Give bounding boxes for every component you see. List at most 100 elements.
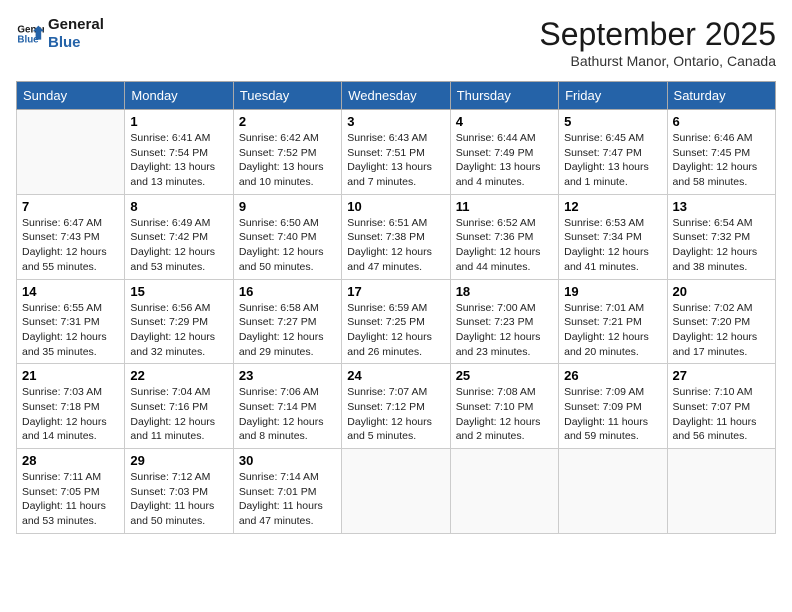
header: General Blue General Blue September 2025… — [16, 16, 776, 69]
calendar-cell: 28 Sunrise: 7:11 AM Sunset: 7:05 PM Dayli… — [17, 449, 125, 534]
daylight-info: Sunrise: 6:41 AM Sunset: 7:54 PM Dayligh… — [130, 131, 227, 190]
date-number: 13 — [673, 199, 770, 214]
calendar-cell: 10 Sunrise: 6:51 AM Sunset: 7:38 PM Dayli… — [342, 194, 450, 279]
date-number: 19 — [564, 284, 661, 299]
calendar-cell: 9 Sunrise: 6:50 AM Sunset: 7:40 PM Daylig… — [233, 194, 341, 279]
daylight-info: Sunrise: 6:44 AM Sunset: 7:49 PM Dayligh… — [456, 131, 553, 190]
day-header-monday: Monday — [125, 82, 233, 110]
daylight-info: Sunrise: 6:59 AM Sunset: 7:25 PM Dayligh… — [347, 301, 444, 360]
title-area: September 2025 Bathurst Manor, Ontario, … — [539, 16, 776, 69]
date-number: 21 — [22, 368, 119, 383]
date-number: 28 — [22, 453, 119, 468]
calendar-cell: 16 Sunrise: 6:58 AM Sunset: 7:27 PM Dayli… — [233, 279, 341, 364]
calendar-cell: 21 Sunrise: 7:03 AM Sunset: 7:18 PM Dayli… — [17, 364, 125, 449]
logo: General Blue General Blue — [16, 16, 104, 52]
date-number: 24 — [347, 368, 444, 383]
daylight-info: Sunrise: 7:03 AM Sunset: 7:18 PM Dayligh… — [22, 385, 119, 444]
date-number: 20 — [673, 284, 770, 299]
daylight-info: Sunrise: 6:46 AM Sunset: 7:45 PM Dayligh… — [673, 131, 770, 190]
location-subtitle: Bathurst Manor, Ontario, Canada — [539, 53, 776, 69]
day-header-wednesday: Wednesday — [342, 82, 450, 110]
date-number: 2 — [239, 114, 336, 129]
date-number: 12 — [564, 199, 661, 214]
calendar-cell: 29 Sunrise: 7:12 AM Sunset: 7:03 PM Dayli… — [125, 449, 233, 534]
week-row-5: 28 Sunrise: 7:11 AM Sunset: 7:05 PM Dayli… — [17, 449, 776, 534]
daylight-info: Sunrise: 6:45 AM Sunset: 7:47 PM Dayligh… — [564, 131, 661, 190]
week-row-2: 7Sunrise: 6:47 AM Sunset: 7:43 PM Daylig… — [17, 194, 776, 279]
daylight-info: Sunrise: 7:02 AM Sunset: 7:20 PM Dayligh… — [673, 301, 770, 360]
daylight-info: Sunrise: 7:07 AM Sunset: 7:12 PM Dayligh… — [347, 385, 444, 444]
date-number: 14 — [22, 284, 119, 299]
date-number: 25 — [456, 368, 553, 383]
calendar-cell: 30Sunrise: 7:14 AM Sunset: 7:01 PM Dayli… — [233, 449, 341, 534]
daylight-info: Sunrise: 7:08 AM Sunset: 7:10 PM Dayligh… — [456, 385, 553, 444]
date-number: 16 — [239, 284, 336, 299]
calendar-cell: 5 Sunrise: 6:45 AM Sunset: 7:47 PM Daylig… — [559, 110, 667, 195]
date-number: 22 — [130, 368, 227, 383]
date-number: 4 — [456, 114, 553, 129]
calendar-cell: 6 Sunrise: 6:46 AM Sunset: 7:45 PM Daylig… — [667, 110, 775, 195]
date-number: 11 — [456, 199, 553, 214]
calendar-cell: 15 Sunrise: 6:56 AM Sunset: 7:29 PM Dayli… — [125, 279, 233, 364]
daylight-info: Sunrise: 6:52 AM Sunset: 7:36 PM Dayligh… — [456, 216, 553, 275]
date-number: 10 — [347, 199, 444, 214]
date-number: 9 — [239, 199, 336, 214]
week-row-3: 14 Sunrise: 6:55 AM Sunset: 7:31 PM Dayli… — [17, 279, 776, 364]
date-number: 18 — [456, 284, 553, 299]
day-header-sunday: Sunday — [17, 82, 125, 110]
daylight-info: Sunrise: 7:14 AM Sunset: 7:01 PM Dayligh… — [239, 470, 336, 529]
calendar-cell: 17Sunrise: 6:59 AM Sunset: 7:25 PM Dayli… — [342, 279, 450, 364]
daylight-info: Sunrise: 7:12 AM Sunset: 7:03 PM Dayligh… — [130, 470, 227, 529]
day-header-saturday: Saturday — [667, 82, 775, 110]
calendar-cell: 25 Sunrise: 7:08 AM Sunset: 7:10 PM Dayli… — [450, 364, 558, 449]
date-number: 29 — [130, 453, 227, 468]
date-number: 5 — [564, 114, 661, 129]
calendar-cell: 4 Sunrise: 6:44 AM Sunset: 7:49 PM Daylig… — [450, 110, 558, 195]
daylight-info: Sunrise: 6:51 AM Sunset: 7:38 PM Dayligh… — [347, 216, 444, 275]
day-header-thursday: Thursday — [450, 82, 558, 110]
date-number: 3 — [347, 114, 444, 129]
logo-text: General Blue — [48, 16, 104, 52]
calendar-cell: 19 Sunrise: 7:01 AM Sunset: 7:21 PM Dayli… — [559, 279, 667, 364]
date-number: 6 — [673, 114, 770, 129]
calendar-cell — [17, 110, 125, 195]
date-number: 15 — [130, 284, 227, 299]
calendar-cell: 26Sunrise: 7:09 AM Sunset: 7:09 PM Dayli… — [559, 364, 667, 449]
calendar-cell: 22 Sunrise: 7:04 AM Sunset: 7:16 PM Dayli… — [125, 364, 233, 449]
daylight-info: Sunrise: 6:43 AM Sunset: 7:51 PM Dayligh… — [347, 131, 444, 190]
daylight-info: Sunrise: 6:58 AM Sunset: 7:27 PM Dayligh… — [239, 301, 336, 360]
week-row-4: 21 Sunrise: 7:03 AM Sunset: 7:18 PM Dayli… — [17, 364, 776, 449]
date-number: 27 — [673, 368, 770, 383]
date-number: 1 — [130, 114, 227, 129]
day-header-friday: Friday — [559, 82, 667, 110]
daylight-info: Sunrise: 6:49 AM Sunset: 7:42 PM Dayligh… — [130, 216, 227, 275]
daylight-info: Sunrise: 7:04 AM Sunset: 7:16 PM Dayligh… — [130, 385, 227, 444]
daylight-info: Sunrise: 7:01 AM Sunset: 7:21 PM Dayligh… — [564, 301, 661, 360]
daylight-info: Sunrise: 6:53 AM Sunset: 7:34 PM Dayligh… — [564, 216, 661, 275]
date-number: 8 — [130, 199, 227, 214]
calendar-cell: 8 Sunrise: 6:49 AM Sunset: 7:42 PM Daylig… — [125, 194, 233, 279]
daylight-info: Sunrise: 7:11 AM Sunset: 7:05 PM Dayligh… — [22, 470, 119, 529]
day-header-tuesday: Tuesday — [233, 82, 341, 110]
calendar-cell: 2 Sunrise: 6:42 AM Sunset: 7:52 PM Daylig… — [233, 110, 341, 195]
daylight-info: Sunrise: 6:42 AM Sunset: 7:52 PM Dayligh… — [239, 131, 336, 190]
daylight-info: Sunrise: 6:55 AM Sunset: 7:31 PM Dayligh… — [22, 301, 119, 360]
date-number: 23 — [239, 368, 336, 383]
calendar-cell: 20 Sunrise: 7:02 AM Sunset: 7:20 PM Dayli… — [667, 279, 775, 364]
calendar-cell: 27 Sunrise: 7:10 AM Sunset: 7:07 PM Dayli… — [667, 364, 775, 449]
calendar-cell: 14 Sunrise: 6:55 AM Sunset: 7:31 PM Dayli… — [17, 279, 125, 364]
calendar-cell: 11 Sunrise: 6:52 AM Sunset: 7:36 PM Dayli… — [450, 194, 558, 279]
logo-icon: General Blue — [16, 20, 44, 48]
calendar-cell: 1 Sunrise: 6:41 AM Sunset: 7:54 PM Daylig… — [125, 110, 233, 195]
week-row-1: 1 Sunrise: 6:41 AM Sunset: 7:54 PM Daylig… — [17, 110, 776, 195]
calendar-cell: 13 Sunrise: 6:54 AM Sunset: 7:32 PM Dayli… — [667, 194, 775, 279]
calendar-cell — [667, 449, 775, 534]
calendar-cell: 3 Sunrise: 6:43 AM Sunset: 7:51 PM Daylig… — [342, 110, 450, 195]
calendar-cell — [559, 449, 667, 534]
daylight-info: Sunrise: 6:54 AM Sunset: 7:32 PM Dayligh… — [673, 216, 770, 275]
date-number: 26 — [564, 368, 661, 383]
daylight-info: Sunrise: 6:56 AM Sunset: 7:29 PM Dayligh… — [130, 301, 227, 360]
calendar-cell: 23Sunrise: 7:06 AM Sunset: 7:14 PM Dayli… — [233, 364, 341, 449]
daylight-info: Sunrise: 6:50 AM Sunset: 7:40 PM Dayligh… — [239, 216, 336, 275]
daylight-info: Sunrise: 7:10 AM Sunset: 7:07 PM Dayligh… — [673, 385, 770, 444]
